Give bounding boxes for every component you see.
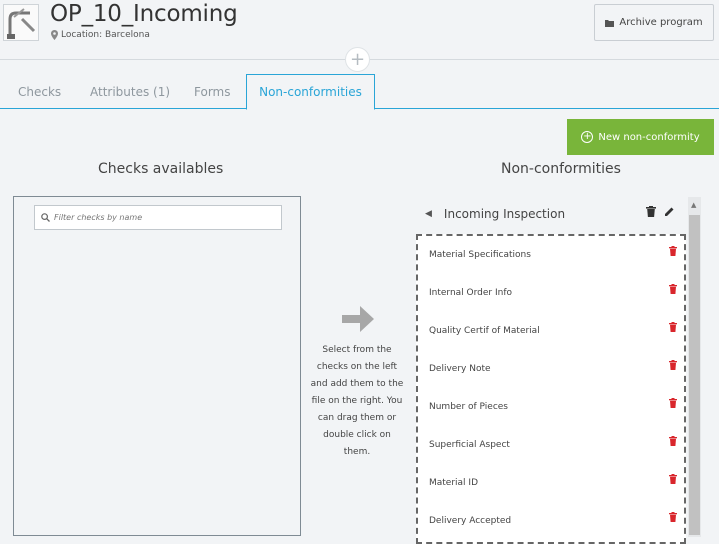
item-label: Delivery Note bbox=[429, 364, 491, 374]
instructions-text: Select from the checks on the left and a… bbox=[310, 345, 404, 457]
trash-icon[interactable] bbox=[669, 322, 677, 332]
list-item[interactable]: Delivery Accepted bbox=[429, 511, 679, 531]
location-label: Location: Barcelona bbox=[61, 30, 150, 40]
trash-icon[interactable] bbox=[669, 398, 677, 408]
tab-non-conformities[interactable]: Non-conformities bbox=[246, 74, 375, 110]
tab-checks[interactable]: Checks bbox=[18, 74, 61, 109]
checks-available-panel bbox=[13, 196, 301, 536]
non-conformity-group-header: ◀ Incoming Inspection bbox=[425, 203, 685, 225]
scrollbar[interactable]: ▲ bbox=[688, 197, 701, 537]
list-item[interactable]: Internal Order Info bbox=[429, 283, 679, 303]
new-non-conformity-label: New non-conformity bbox=[598, 131, 700, 143]
item-label: Material ID bbox=[429, 478, 479, 488]
add-button[interactable]: + bbox=[345, 47, 370, 72]
edit-pencil-icon[interactable] bbox=[664, 206, 675, 217]
trash-icon[interactable] bbox=[669, 284, 677, 294]
scroll-up-icon[interactable]: ▲ bbox=[691, 201, 696, 209]
trash-icon[interactable] bbox=[669, 512, 677, 522]
plus-circle-icon: + bbox=[581, 131, 594, 143]
item-label: Quality Certif of Material bbox=[429, 326, 540, 336]
non-conformities-title: Non-conformities bbox=[501, 161, 621, 177]
tab-forms[interactable]: Forms bbox=[194, 74, 230, 109]
list-item[interactable]: Quality Certif of Material bbox=[429, 321, 679, 341]
archive-program-button[interactable]: Archive program bbox=[594, 4, 714, 41]
checks-available-title: Checks availables bbox=[98, 161, 224, 177]
new-non-conformity-button[interactable]: + New non-conformity bbox=[567, 119, 714, 155]
search-input[interactable] bbox=[54, 213, 274, 222]
folder-icon bbox=[605, 19, 615, 27]
list-item[interactable]: Number of Pieces bbox=[429, 397, 679, 417]
list-item[interactable]: Delivery Note bbox=[429, 359, 679, 379]
trash-icon[interactable] bbox=[646, 206, 656, 217]
item-label: Number of Pieces bbox=[429, 402, 508, 412]
item-label: Material Specifications bbox=[429, 250, 531, 260]
collapse-caret-icon[interactable]: ◀ bbox=[425, 209, 432, 219]
trash-icon[interactable] bbox=[669, 474, 677, 484]
trash-icon[interactable] bbox=[669, 436, 677, 446]
product-image bbox=[3, 4, 39, 41]
tab-bar: Checks Attributes (1) Forms Non-conformi… bbox=[0, 74, 719, 110]
list-item[interactable]: Material Specifications bbox=[429, 245, 679, 265]
group-name: Incoming Inspection bbox=[443, 207, 566, 221]
page-title: OP_10_Incoming bbox=[50, 1, 238, 27]
item-label: Delivery Accepted bbox=[429, 516, 512, 526]
trash-icon[interactable] bbox=[669, 360, 677, 370]
item-label: Superficial Aspect bbox=[429, 440, 510, 450]
search-icon bbox=[41, 213, 50, 222]
list-item[interactable]: Material ID bbox=[429, 473, 679, 493]
item-label: Internal Order Info bbox=[429, 288, 513, 298]
trash-icon[interactable] bbox=[669, 246, 677, 256]
location-text: Location: Barcelona bbox=[51, 30, 150, 40]
plus-icon: + bbox=[349, 48, 366, 70]
map-pin-icon bbox=[51, 30, 58, 40]
tab-attributes[interactable]: Attributes (1) bbox=[90, 74, 170, 109]
search-box bbox=[34, 205, 282, 230]
list-item[interactable]: Superficial Aspect bbox=[429, 435, 679, 455]
arrow-right-icon bbox=[340, 300, 378, 338]
non-conformities-dropzone[interactable]: Material Specifications Internal Order I… bbox=[416, 234, 686, 544]
archive-program-label: Archive program bbox=[619, 17, 703, 28]
scrollbar-thumb[interactable] bbox=[689, 215, 700, 535]
